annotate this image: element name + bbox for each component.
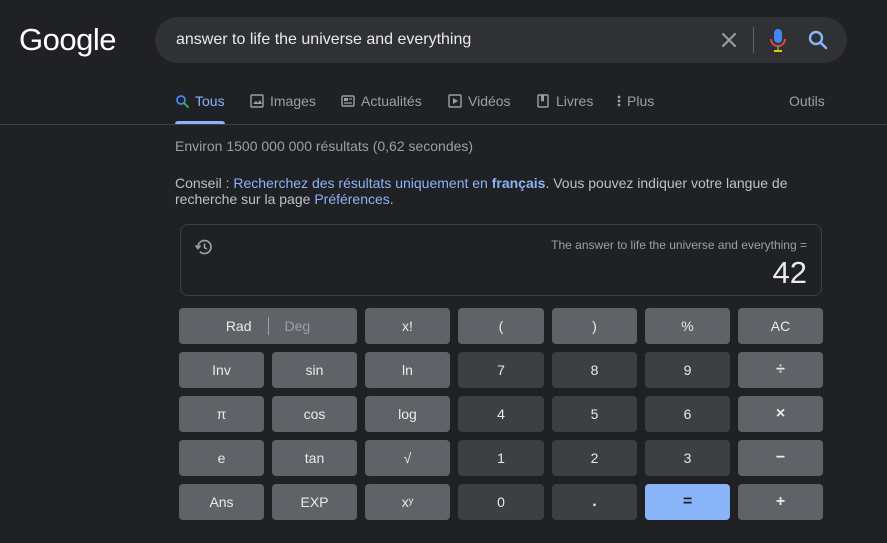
digit-4-button[interactable]: 4 (458, 396, 544, 432)
tab-images[interactable]: Images (250, 90, 316, 124)
image-icon (250, 94, 264, 108)
open-paren-button[interactable]: ( (458, 308, 544, 344)
history-icon[interactable] (194, 237, 214, 257)
ln-button[interactable]: ln (365, 352, 450, 388)
tab-more[interactable]: Plus (617, 90, 654, 124)
calculator-display: The answer to life the universe and ever… (180, 224, 822, 296)
tab-label: Livres (556, 93, 594, 109)
french-results-link[interactable]: Recherchez des résultats uniquement en f… (233, 175, 545, 191)
tip-prefix: Conseil : (175, 175, 234, 191)
search-tabs: Tous Images Actualités Vidéos Livres Plu… (0, 90, 887, 124)
search-icon (176, 95, 189, 108)
digit-8-button[interactable]: 8 (552, 352, 637, 388)
percent-button[interactable]: % (645, 308, 730, 344)
tools-button[interactable]: Outils (789, 90, 825, 124)
digit-3-button[interactable]: 3 (645, 440, 730, 476)
tip-suffix: . (389, 191, 394, 207)
preferences-link[interactable]: Préférences (314, 191, 389, 207)
digit-1-button[interactable]: 1 (458, 440, 544, 476)
tabs-divider (0, 124, 887, 125)
tab-news[interactable]: Actualités (341, 90, 422, 124)
more-vert-icon (617, 95, 621, 107)
microphone-icon[interactable] (766, 27, 790, 53)
clear-icon[interactable] (717, 28, 741, 52)
all-clear-button[interactable]: AC (738, 308, 823, 344)
search-icon[interactable] (806, 28, 830, 52)
book-icon (537, 94, 549, 108)
euler-button[interactable]: e (179, 440, 264, 476)
calculator-expression: The answer to life the universe and ever… (551, 238, 807, 252)
tan-button[interactable]: tan (272, 440, 357, 476)
result-stats: Environ 1500 000 000 résultats (0,62 sec… (175, 138, 474, 154)
digit-0-button[interactable]: 0 (458, 484, 544, 520)
search-divider (753, 27, 754, 53)
search-input[interactable]: answer to life the universe and everythi… (176, 31, 471, 49)
decimal-point-button[interactable]: . (552, 484, 637, 520)
close-paren-button[interactable]: ) (552, 308, 637, 344)
sqrt-button[interactable]: √ (365, 440, 450, 476)
rad-deg-separator (267, 317, 269, 335)
tab-label: Plus (627, 93, 655, 109)
pi-button[interactable]: π (179, 396, 264, 432)
multiply-button[interactable]: × (738, 396, 823, 432)
cos-button[interactable]: cos (272, 396, 357, 432)
exp-button[interactable]: EXP (272, 484, 357, 520)
power-button[interactable]: xʸ (365, 484, 450, 520)
inverse-button[interactable]: Inv (179, 352, 264, 388)
plus-button[interactable]: + (738, 484, 823, 520)
play-icon (448, 94, 462, 108)
language-tip: Conseil : Recherchez des résultats uniqu… (175, 175, 815, 207)
divide-button[interactable]: ÷ (738, 352, 823, 388)
rad-deg-toggle[interactable]: Rad Deg (179, 308, 357, 344)
deg-button[interactable]: Deg (285, 318, 311, 334)
google-logo[interactable]: Google (19, 22, 116, 58)
calculator-result: 42 (772, 255, 807, 290)
digit-2-button[interactable]: 2 (552, 440, 637, 476)
news-icon (341, 95, 355, 107)
answer-button[interactable]: Ans (179, 484, 264, 520)
tab-label: Actualités (361, 93, 422, 109)
tab-label: Vidéos (468, 93, 511, 109)
digit-6-button[interactable]: 6 (645, 396, 730, 432)
factorial-button[interactable]: x! (365, 308, 450, 344)
search-bar[interactable]: answer to life the universe and everythi… (155, 17, 847, 63)
tab-label: Images (270, 93, 316, 109)
rad-button[interactable]: Rad (226, 318, 252, 334)
tab-books[interactable]: Livres (536, 90, 593, 124)
tab-label: Tous (195, 93, 225, 109)
tab-all[interactable]: Tous (175, 90, 225, 124)
digit-5-button[interactable]: 5 (552, 396, 637, 432)
tools-label: Outils (789, 93, 825, 109)
digit-9-button[interactable]: 9 (645, 352, 730, 388)
minus-button[interactable]: − (738, 440, 823, 476)
digit-7-button[interactable]: 7 (458, 352, 544, 388)
equals-button[interactable]: = (645, 484, 730, 520)
sin-button[interactable]: sin (272, 352, 357, 388)
log-button[interactable]: log (365, 396, 450, 432)
tab-videos[interactable]: Vidéos (448, 90, 511, 124)
